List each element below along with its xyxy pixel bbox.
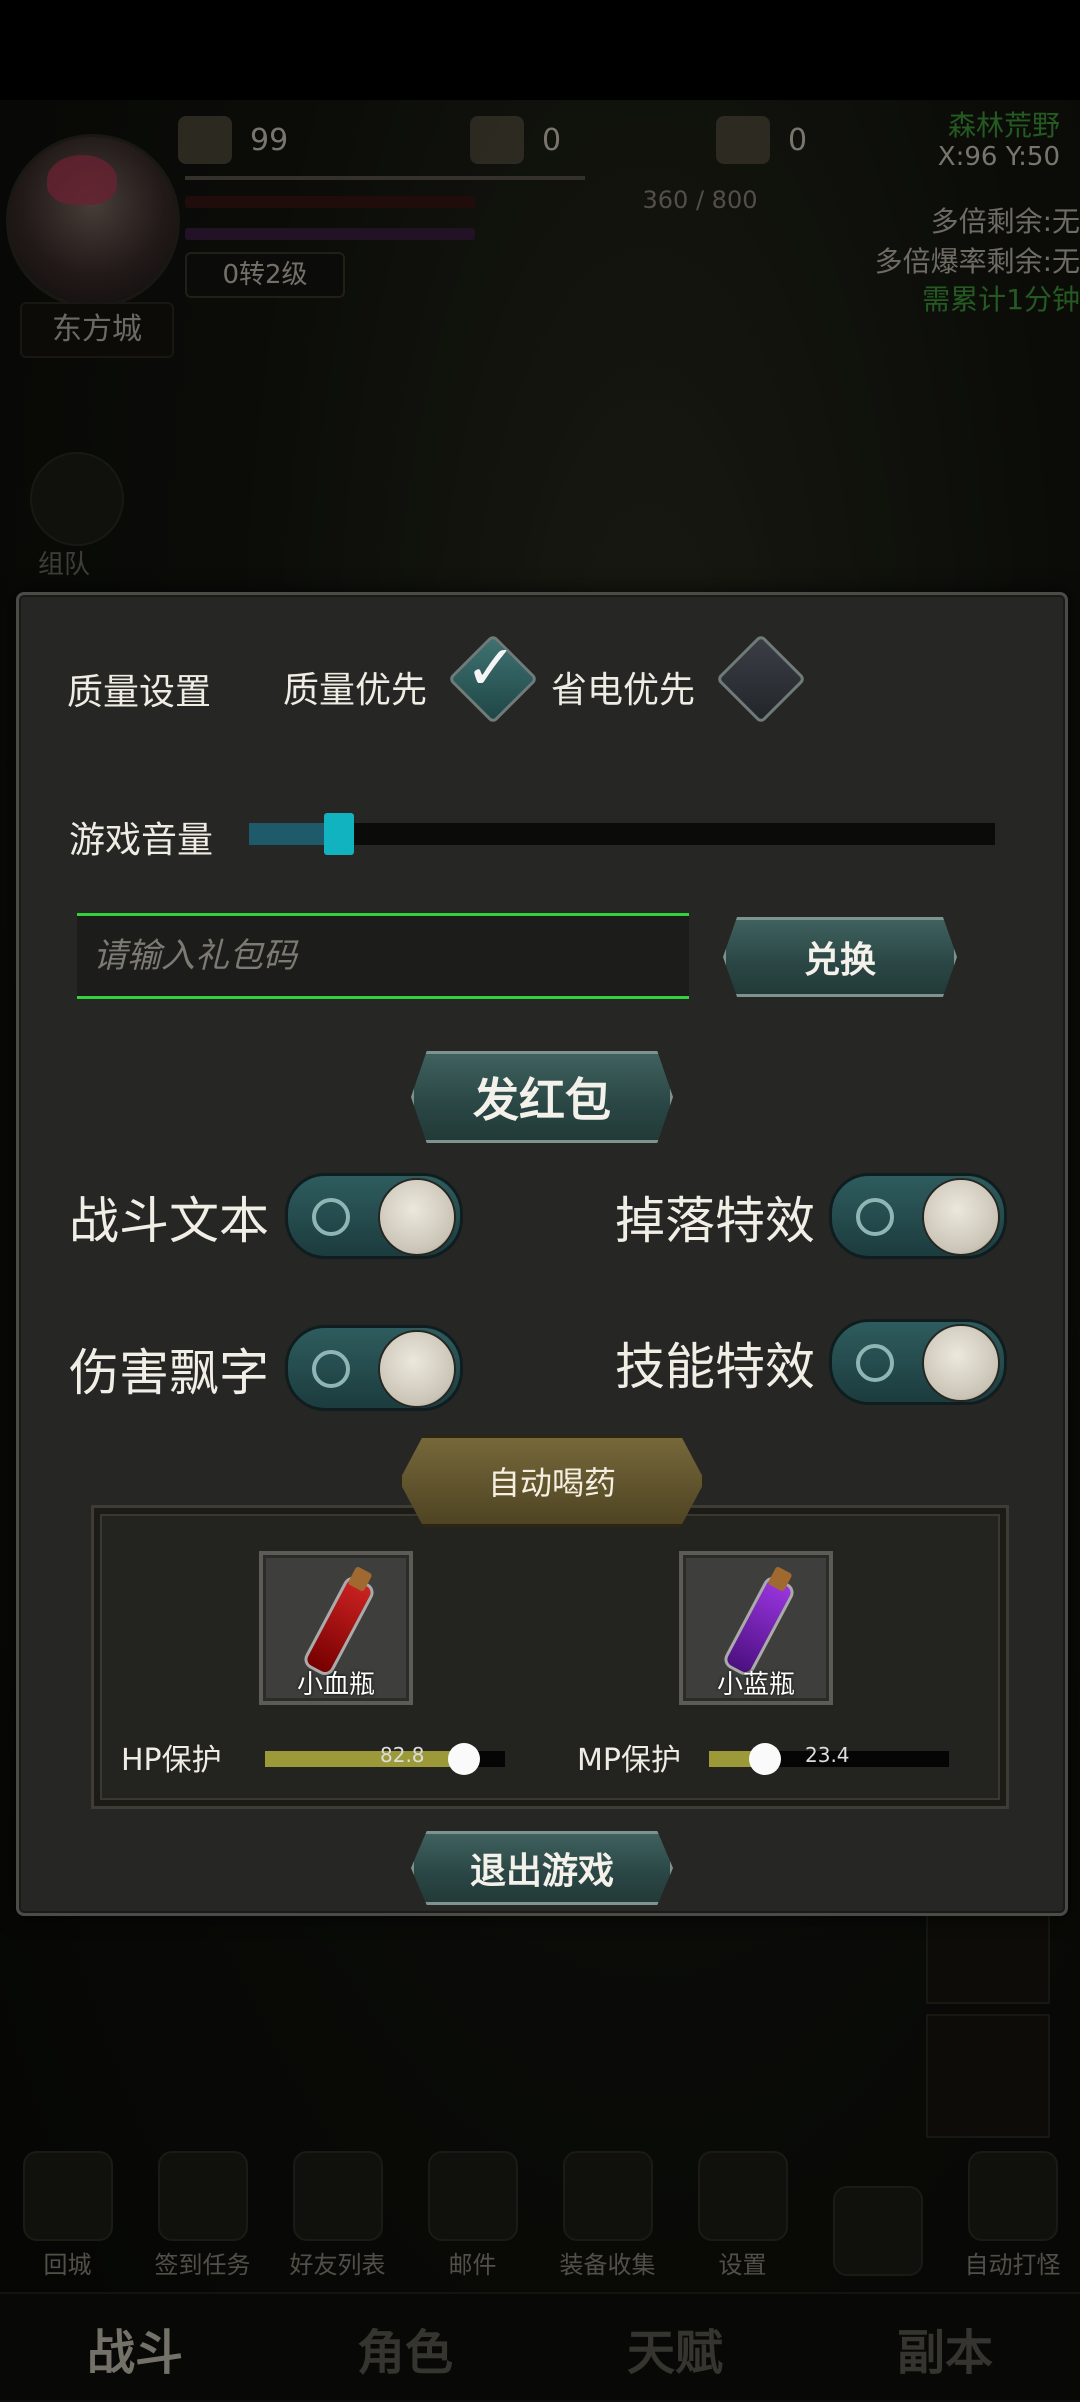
exit-game-button[interactable]: 退出游戏 — [411, 1831, 673, 1905]
red-packet-button[interactable]: 发红包 — [411, 1051, 673, 1143]
hp-potion-label: 小血瓶 — [296, 1670, 375, 1700]
toggle-knob — [378, 1330, 456, 1408]
toggle-knob — [378, 1178, 456, 1256]
redeem-button[interactable]: 兑换 — [723, 917, 957, 997]
red-potion-icon — [300, 1573, 378, 1679]
volume-slider[interactable] — [249, 813, 995, 855]
hp-protect-slider[interactable]: 82.8 — [265, 1743, 505, 1775]
power-saving-label: 省电优先 — [551, 670, 696, 711]
hp-potion-slot[interactable]: 小血瓶 — [259, 1551, 413, 1705]
blue-potion-icon — [720, 1573, 798, 1679]
hp-protect-label: HP保护 — [121, 1743, 222, 1778]
toggle-knob — [922, 1178, 1000, 1256]
skill-effect-label: 技能特效 — [615, 1338, 815, 1396]
settings-dialog: 质量设置 质量优先 ✓ 省电优先 游戏音量 兑换 发红包 战斗文本 掉落特效 伤… — [16, 592, 1068, 1916]
toggle-ring-icon — [856, 1344, 894, 1382]
hp-protect-value: 82.8 — [380, 1743, 425, 1767]
volume-label: 游戏音量 — [69, 820, 214, 861]
battle-text-label: 战斗文本 — [69, 1192, 269, 1250]
quality-setting-label: 质量设置 — [67, 672, 212, 713]
mp-protect-value: 23.4 — [805, 1743, 850, 1767]
auto-potion-title: 自动喝药 — [399, 1435, 705, 1527]
volume-slider-thumb[interactable] — [324, 813, 354, 855]
mp-potion-slot[interactable]: 小蓝瓶 — [679, 1551, 833, 1705]
gift-code-input[interactable] — [77, 913, 689, 999]
skill-effect-toggle[interactable] — [829, 1319, 1007, 1405]
mp-potion-label: 小蓝瓶 — [716, 1670, 795, 1700]
hp-protect-thumb[interactable] — [448, 1743, 480, 1775]
toggle-ring-icon — [312, 1198, 350, 1236]
quality-first-label: 质量优先 — [283, 670, 428, 711]
damage-float-label: 伤害飘字 — [69, 1344, 269, 1402]
check-icon: ✓ — [465, 631, 517, 704]
drop-effect-label: 掉落特效 — [615, 1192, 815, 1250]
mp-protect-thumb[interactable] — [749, 1743, 781, 1775]
battle-text-toggle[interactable] — [285, 1173, 463, 1259]
hp-protect-fill — [265, 1751, 464, 1767]
mp-protect-label: MP保护 — [577, 1743, 681, 1778]
mp-protect-slider[interactable]: 23.4 — [709, 1743, 949, 1775]
toggle-ring-icon — [312, 1350, 350, 1388]
drop-effect-toggle[interactable] — [829, 1173, 1007, 1259]
toggle-knob — [922, 1324, 1000, 1402]
power-saving-checkbox[interactable] — [715, 633, 807, 725]
damage-float-toggle[interactable] — [285, 1325, 463, 1411]
toggle-ring-icon — [856, 1198, 894, 1236]
